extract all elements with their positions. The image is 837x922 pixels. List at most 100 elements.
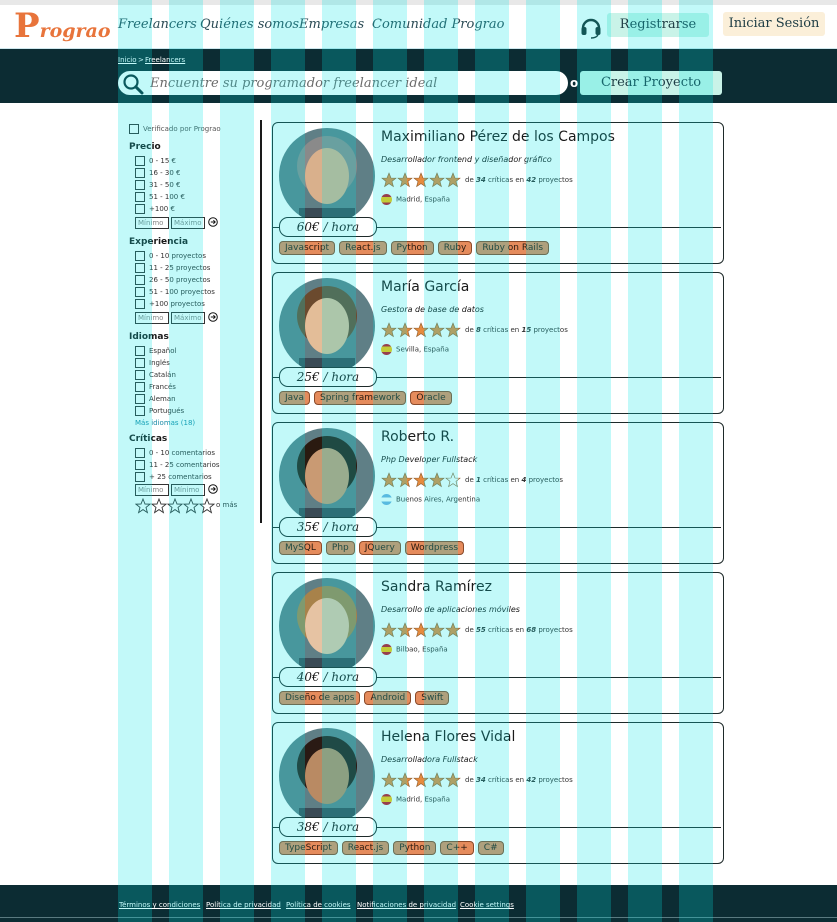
arrow-right-circle-icon[interactable] [208,217,218,227]
checkbox[interactable] [135,299,145,309]
checkbox[interactable] [135,204,145,214]
skill-tag[interactable]: TypeScript [279,841,338,855]
footer-link-cookies[interactable]: Política de cookies [286,901,351,909]
skill-tag[interactable]: Javascript [279,241,336,255]
skill-tag[interactable]: Spring framework [314,391,407,405]
filter-language-option[interactable]: Francés [135,382,176,392]
skill-tag[interactable]: Java [279,391,311,405]
arrow-right-circle-icon[interactable] [208,484,218,494]
freelancer-name[interactable]: Sandra Ramírez [381,579,492,595]
checkbox[interactable] [135,460,145,470]
freelancer-card[interactable]: María García Gestora de base de datos de 8… [272,272,724,414]
checkbox[interactable] [135,382,145,392]
filter-price-option[interactable]: 0 - 15 € [135,156,176,166]
nav-comunidad[interactable]: Comunidad Prograo [372,17,504,32]
skill-tag[interactable]: Python [393,841,437,855]
filter-language-option[interactable]: Inglés [135,358,170,368]
checkbox[interactable] [135,370,145,380]
freelancer-name[interactable]: Roberto R. [381,429,454,445]
experience-min-input[interactable]: Mínimo [135,312,169,324]
skill-tag[interactable]: MySQL [279,541,322,555]
filter-price-option[interactable]: 51 - 100 € [135,192,185,202]
filter-price-option[interactable]: 31 - 50 € [135,180,180,190]
footer-link-privacy[interactable]: Política de privacidad [206,901,281,909]
filter-language-option[interactable]: Catalán [135,370,176,380]
filter-verified[interactable]: Verificado por Prograo [129,124,221,134]
checkbox[interactable] [135,263,145,273]
filter-reviews-option[interactable]: 0 - 10 comentarios [135,448,215,458]
skill-tag[interactable]: JQuery [358,541,401,555]
search-input[interactable] [150,71,560,95]
skill-tag[interactable]: Diseño de apps [279,691,361,705]
filter-experience-option[interactable]: +100 proyectos [135,299,205,309]
filter-experience-option[interactable]: 26 - 50 proyectos [135,275,210,285]
reviews-max-input[interactable]: Mínimo [171,484,205,496]
freelancer-card[interactable]: Maximiliano Pérez de los Campos Desarroll… [272,122,724,264]
skill-tag[interactable]: Python [390,241,434,255]
checkbox[interactable] [135,406,145,416]
footer-link-privacy-notices[interactable]: Notificaciones de privacidad [357,901,456,909]
more-languages-link[interactable]: Más idiomas (18) [135,419,195,427]
filter-reviews-option[interactable]: 11 - 25 comentarios [135,460,220,470]
verified-checkbox[interactable] [129,124,139,134]
create-project-button[interactable]: Crear Proyecto [580,71,722,95]
filter-language-option[interactable]: Portugués [135,406,184,416]
freelancer-name[interactable]: Maximiliano Pérez de los Campos [381,129,615,145]
filter-experience-option[interactable]: 51 - 100 proyectos [135,287,215,297]
filter-price-option[interactable]: +100 € [135,204,175,214]
checkbox[interactable] [135,287,145,297]
nav-quienes-somos[interactable]: Quiénes somos [200,17,299,32]
skill-tag[interactable]: Ruby on Rails [476,241,550,255]
checkbox[interactable] [135,358,145,368]
filter-experience-option[interactable]: 0 - 10 proyectos [135,251,206,261]
skill-tag[interactable]: React.js [341,841,390,855]
footer-link-terms[interactable]: Términos y condiciones [119,901,200,909]
prograo-logo[interactable]: Prograo [14,9,111,43]
checkbox[interactable] [135,346,145,356]
filter-price-option[interactable]: 16 - 30 € [135,168,180,178]
freelancer-card[interactable]: Helena Flores Vidal Desarrolladora Fullst… [272,722,724,864]
skill-tag[interactable]: Oracle [410,391,452,405]
login-button[interactable]: Iniciar Sesión [723,12,825,36]
checkbox[interactable] [135,448,145,458]
footer-link-cookie-settings[interactable]: Cookie settings [460,901,514,909]
reviews-min-input[interactable]: Mínimo [135,484,169,496]
search-icon[interactable] [122,73,144,95]
filter-language-option[interactable]: Español [135,346,176,356]
headset-icon[interactable] [579,15,603,39]
nav-empresas[interactable]: Empresas [299,17,364,32]
skill-tag[interactable]: Ruby [437,241,473,255]
freelancer-name[interactable]: Helena Flores Vidal [381,729,515,745]
min-stars-selector[interactable] [135,498,217,514]
freelancer-card[interactable]: Sandra Ramírez Desarrollo de aplicaciones… [272,572,724,714]
checkbox[interactable] [135,275,145,285]
checkbox[interactable] [135,192,145,202]
arrow-right-circle-icon[interactable] [208,312,218,322]
checkbox[interactable] [135,394,145,404]
skill-tag[interactable]: Swift [415,691,450,705]
price-min-input[interactable]: Mínimo [135,217,169,229]
filter-reviews-option[interactable]: + 25 comentarios [135,472,212,482]
breadcrumb-current[interactable]: Freelancers [145,56,185,64]
skill-tag[interactable]: Android [364,691,412,705]
checkbox[interactable] [135,251,145,261]
skill-tag[interactable]: C++ [440,841,474,855]
nav-freelancers[interactable]: Freelancers [118,17,197,32]
filter-language-option[interactable]: Aleman [135,394,176,404]
filter-experience-option[interactable]: 11 - 25 proyectos [135,263,210,273]
checkbox[interactable] [135,156,145,166]
skill-tag[interactable]: React.js [339,241,387,255]
experience-max-input[interactable]: Máximo [171,312,205,324]
breadcrumb-home[interactable]: Inicio [118,56,137,64]
price-max-input[interactable]: Máximo [171,217,205,229]
skill-tag[interactable]: Wordpress [404,541,465,555]
register-button[interactable]: Registrarse [607,13,709,37]
skill-tag[interactable]: Php [325,541,355,555]
checkbox[interactable] [135,168,145,178]
freelancer-name[interactable]: María García [381,279,469,295]
freelancer-card[interactable]: Roberto R. Php Developer Fullstack de 1 cr… [272,422,724,564]
project-count: 42 [526,176,537,184]
checkbox[interactable] [135,472,145,482]
checkbox[interactable] [135,180,145,190]
skill-tag[interactable]: C# [477,841,504,855]
